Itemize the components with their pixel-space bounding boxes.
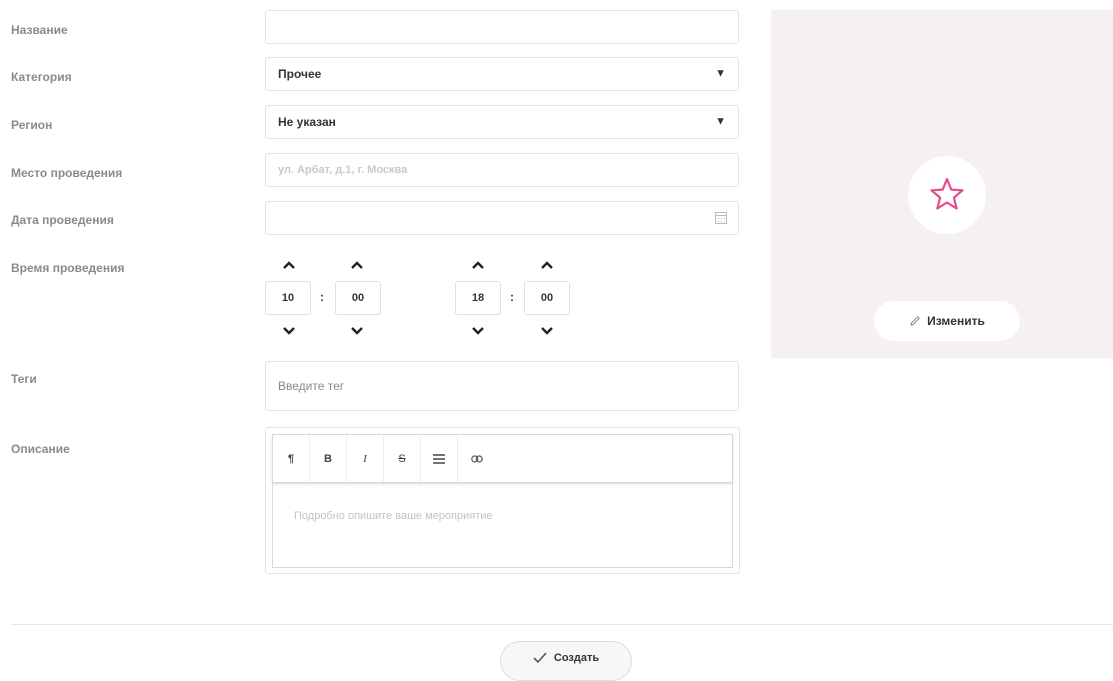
- link-icon[interactable]: [458, 435, 495, 482]
- bold-icon[interactable]: B: [310, 435, 347, 482]
- pencil-icon: [910, 316, 921, 326]
- strikethrough-icon[interactable]: S: [384, 435, 421, 482]
- category-value: Прочее: [278, 67, 322, 81]
- venue-input[interactable]: ул. Арбат, д.1, г. Москва: [265, 153, 739, 187]
- star-icon: [930, 177, 964, 210]
- label-date: Дата проведения: [11, 213, 114, 227]
- start-hour-input[interactable]: 10: [265, 281, 311, 315]
- label-category: Категория: [11, 70, 72, 84]
- list-icon[interactable]: [421, 435, 458, 482]
- end-hour-down-icon[interactable]: [471, 327, 485, 337]
- start-hour-up-icon[interactable]: [282, 261, 296, 271]
- start-minute-up-icon[interactable]: [350, 261, 364, 271]
- create-button[interactable]: Создать: [500, 641, 632, 681]
- start-minute-down-icon[interactable]: [350, 327, 364, 337]
- tags-placeholder: Введите тег: [278, 379, 345, 393]
- label-name: Название: [11, 23, 68, 37]
- start-minute-input[interactable]: 00: [335, 281, 381, 315]
- image-panel: Изменить: [771, 10, 1113, 358]
- date-input[interactable]: [265, 201, 739, 235]
- end-minute-input[interactable]: 00: [524, 281, 570, 315]
- end-hour-up-icon[interactable]: [471, 261, 485, 271]
- end-minute-up-icon[interactable]: [540, 261, 554, 271]
- italic-icon[interactable]: I: [347, 435, 384, 482]
- label-tags: Теги: [11, 372, 37, 386]
- chevron-down-icon: ▼: [715, 115, 726, 128]
- description-placeholder: Подробно опишите ваше мероприятие: [294, 510, 493, 522]
- time-separator: :: [320, 290, 324, 304]
- name-input[interactable]: [265, 10, 739, 44]
- create-button-label: Создать: [553, 652, 600, 664]
- editor-toolbar: ¶ B I S: [272, 434, 733, 483]
- region-value: Не указан: [278, 115, 336, 129]
- label-region: Регион: [11, 118, 53, 132]
- label-time: Время проведения: [11, 261, 125, 275]
- description-textarea[interactable]: Подробно опишите ваше мероприятие: [272, 483, 733, 568]
- region-select[interactable]: Не указан ▼: [265, 105, 739, 139]
- change-image-label: Изменить: [927, 314, 985, 328]
- start-hour-down-icon[interactable]: [282, 327, 296, 337]
- divider: [11, 624, 1113, 625]
- tags-input[interactable]: Введите тег: [265, 361, 739, 411]
- chevron-down-icon: ▼: [715, 67, 726, 80]
- time-separator: :: [510, 290, 514, 304]
- paragraph-icon[interactable]: ¶: [273, 435, 310, 482]
- category-select[interactable]: Прочее ▼: [265, 57, 739, 91]
- end-hour-input[interactable]: 18: [455, 281, 501, 315]
- change-image-button[interactable]: Изменить: [874, 301, 1020, 341]
- label-venue: Место проведения: [11, 166, 123, 180]
- checkmark-icon: [533, 652, 547, 664]
- venue-placeholder: ул. Арбат, д.1, г. Москва: [278, 164, 408, 176]
- label-description: Описание: [11, 442, 70, 456]
- image-placeholder: [908, 156, 986, 234]
- calendar-icon[interactable]: [715, 212, 727, 224]
- end-minute-down-icon[interactable]: [540, 327, 554, 337]
